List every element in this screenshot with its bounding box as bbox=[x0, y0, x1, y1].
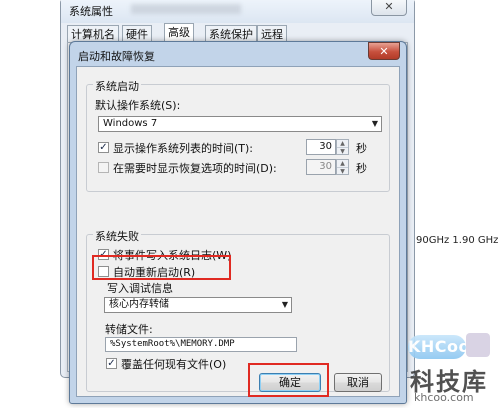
blurred-title-text bbox=[131, 4, 241, 14]
show-os-list-label: 显示操作系统列表的时间(T): bbox=[113, 142, 254, 155]
book-icon bbox=[466, 333, 490, 357]
overwrite-checkbox[interactable]: ✓ bbox=[106, 358, 117, 369]
checkmark-icon: ✓ bbox=[107, 358, 116, 369]
watermark-site: khcoo.com bbox=[414, 391, 474, 404]
dump-file-input[interactable]: %SystemRoot%\MEMORY.DMP bbox=[105, 337, 297, 352]
debug-type-select[interactable]: 核心内存转储 ▼ bbox=[104, 297, 292, 313]
system-properties-title: 系统属性 bbox=[69, 5, 113, 18]
system-failure-title: 系统失败 bbox=[93, 228, 141, 244]
show-recovery-checkbox[interactable] bbox=[98, 162, 109, 173]
default-os-label: 默认操作系统(S): bbox=[95, 99, 181, 112]
default-os-value: Windows 7 bbox=[103, 118, 158, 129]
spinner-down-icon[interactable]: ▼ bbox=[337, 147, 348, 155]
debug-type-value: 核心内存转储 bbox=[109, 299, 169, 310]
spinner-down-icon[interactable]: ▼ bbox=[337, 167, 348, 175]
cpu-speed-text: 90GHz 1.90 GHz bbox=[416, 235, 499, 246]
dialog-close-button[interactable]: ✕ bbox=[368, 42, 400, 60]
show-os-list-spinner[interactable]: ▲ ▼ bbox=[336, 139, 349, 155]
system-properties-titlebar: 系统属性 ✕ bbox=[61, 0, 414, 23]
show-recovery-label: 在需要时显示恢复选项的时间(D): bbox=[113, 162, 277, 175]
dialog-body: 系统启动 默认操作系统(S): Windows 7 ▼ ✓ 显示操作系统列表的时… bbox=[76, 66, 400, 397]
show-recovery-unit: 秒 bbox=[356, 162, 367, 175]
system-properties-close-button[interactable]: ✕ bbox=[371, 0, 407, 16]
show-os-list-seconds-input[interactable]: 30 bbox=[306, 139, 336, 155]
show-recovery-spinner[interactable]: ▲ ▼ bbox=[336, 159, 349, 175]
overwrite-label: 覆盖任何现有文件(O) bbox=[121, 358, 227, 371]
system-startup-title: 系统启动 bbox=[93, 78, 141, 94]
show-os-list-unit: 秒 bbox=[356, 142, 367, 155]
dump-file-label: 转储文件: bbox=[105, 323, 153, 336]
ok-button[interactable]: 确定 bbox=[259, 373, 321, 392]
watermark-logo: KHCoo bbox=[408, 335, 470, 359]
checkmark-icon: ✓ bbox=[99, 142, 108, 153]
cancel-button[interactable]: 取消 bbox=[334, 373, 382, 392]
dialog-title: 启动和故障恢复 bbox=[78, 50, 155, 63]
chevron-down-icon: ▼ bbox=[371, 119, 379, 128]
show-os-list-checkbox[interactable]: ✓ bbox=[98, 142, 109, 153]
default-os-select[interactable]: Windows 7 ▼ bbox=[98, 116, 382, 132]
startup-recovery-dialog: 启动和故障恢复 ✕ 系统启动 默认操作系统(S): Windows 7 ▼ ✓ … bbox=[69, 41, 407, 404]
spinner-up-icon[interactable]: ▲ bbox=[337, 160, 348, 167]
chevron-down-icon: ▼ bbox=[281, 300, 289, 309]
show-recovery-seconds-input[interactable]: 30 bbox=[306, 159, 336, 175]
auto-restart-highlight bbox=[92, 255, 231, 280]
debug-info-title: 写入调试信息 bbox=[107, 282, 173, 295]
spinner-up-icon[interactable]: ▲ bbox=[337, 140, 348, 147]
tab-advanced[interactable]: 高级 bbox=[164, 23, 194, 43]
